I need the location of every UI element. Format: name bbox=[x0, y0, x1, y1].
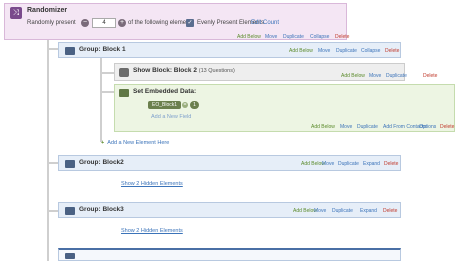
add-field-link[interactable]: Add a New Field bbox=[151, 114, 191, 120]
question-count: (13 Questions) bbox=[198, 68, 235, 74]
group-title: Group: Block3 bbox=[79, 206, 124, 213]
next-flow-element bbox=[58, 248, 401, 261]
duplicate-link[interactable]: Duplicate bbox=[338, 161, 359, 167]
show-hidden-elements-link[interactable]: Show 2 Hidden Elements bbox=[121, 228, 183, 234]
folder-icon bbox=[65, 253, 75, 259]
collapse-link[interactable]: Collapse bbox=[361, 48, 380, 54]
folder-icon bbox=[65, 207, 75, 215]
flow-connector-branch bbox=[100, 91, 114, 93]
edit-count-link[interactable]: Edit Count bbox=[251, 20, 279, 26]
duplicate-link[interactable]: Duplicate bbox=[283, 34, 304, 40]
delete-link[interactable]: Delete bbox=[440, 124, 454, 130]
decrement-button[interactable]: − bbox=[81, 19, 89, 27]
database-icon bbox=[119, 89, 129, 97]
show-block-name: Show Block: Block 2 bbox=[133, 67, 197, 74]
collapse-link[interactable]: Collapse bbox=[310, 34, 329, 40]
move-link[interactable]: Move bbox=[322, 161, 334, 167]
delete-link[interactable]: Delete bbox=[385, 48, 399, 54]
randomizer-element: ⤨ Randomizer Randomly present − 4 + of t… bbox=[4, 3, 349, 40]
embedded-field-name[interactable]: EO_Block1 bbox=[148, 101, 182, 109]
delete-link[interactable]: Delete bbox=[384, 161, 398, 167]
add-below-link[interactable]: Add Below bbox=[237, 34, 261, 40]
move-link[interactable]: Move bbox=[318, 48, 330, 54]
add-below-link[interactable]: Add Below bbox=[341, 73, 365, 79]
move-link[interactable]: Move bbox=[340, 124, 352, 130]
randomizer-text-prefix: Randomly present bbox=[27, 20, 76, 26]
gear-icon bbox=[119, 68, 129, 77]
add-below-link[interactable]: Add Below bbox=[311, 124, 335, 130]
show-block-element: Show Block: Block 2 (13 Questions) Add B… bbox=[114, 63, 437, 81]
flow-connector-branch bbox=[100, 72, 114, 74]
duplicate-link[interactable]: Duplicate bbox=[357, 124, 378, 130]
show-block-title: Show Block: Block 2 (13 Questions) bbox=[133, 67, 235, 74]
flow-connector-group1 bbox=[100, 56, 102, 142]
delete-link[interactable]: Delete bbox=[383, 208, 397, 214]
embedded-field-value[interactable]: 1 bbox=[190, 101, 199, 109]
move-link[interactable]: Move bbox=[369, 73, 381, 79]
group-block-2: Group: Block2 Add Below Move Duplicate E… bbox=[58, 155, 401, 171]
group-block-1: Group: Block 1 Add Below Move Duplicate … bbox=[58, 42, 401, 58]
group-title: Group: Block2 bbox=[79, 159, 124, 166]
folder-icon bbox=[65, 47, 75, 55]
embedded-data-title: Set Embedded Data: bbox=[133, 88, 197, 95]
options-link[interactable]: Options bbox=[419, 124, 436, 130]
add-element-label: Add a New Element Here bbox=[107, 140, 170, 146]
show-hidden-elements-link[interactable]: Show 2 Hidden Elements bbox=[121, 181, 183, 187]
move-link[interactable]: Move bbox=[265, 34, 277, 40]
delete-link[interactable]: Delete bbox=[335, 34, 349, 40]
flow-connector-main bbox=[47, 40, 49, 261]
plus-icon: + bbox=[101, 140, 105, 146]
delete-link[interactable]: Delete bbox=[423, 73, 437, 79]
increment-button[interactable]: + bbox=[118, 19, 126, 27]
duplicate-link[interactable]: Duplicate bbox=[386, 73, 407, 79]
move-link[interactable]: Move bbox=[314, 208, 326, 214]
duplicate-link[interactable]: Duplicate bbox=[332, 208, 353, 214]
equals-icon: = bbox=[182, 102, 188, 108]
shuffle-icon: ⤨ bbox=[10, 7, 22, 19]
randomizer-title: Randomizer bbox=[27, 7, 68, 14]
add-below-link[interactable]: Add Below bbox=[289, 48, 313, 54]
group-block-3: Group: Block3 Add Below Move Duplicate E… bbox=[58, 202, 401, 218]
expand-link[interactable]: Expand bbox=[360, 208, 377, 214]
expand-link[interactable]: Expand bbox=[363, 161, 380, 167]
evenly-present-checkbox[interactable]: ✓ bbox=[186, 19, 194, 27]
group-title: Group: Block 1 bbox=[79, 46, 126, 53]
embedded-data-element: Set Embedded Data: EO_Block1 = 1 Add a N… bbox=[114, 84, 455, 132]
duplicate-link[interactable]: Duplicate bbox=[336, 48, 357, 54]
present-count-input[interactable]: 4 bbox=[92, 18, 116, 28]
add-element-link[interactable]: + Add a New Element Here bbox=[101, 140, 169, 146]
randomizer-text-suffix: of the following elements bbox=[128, 20, 195, 26]
folder-icon bbox=[65, 160, 75, 168]
